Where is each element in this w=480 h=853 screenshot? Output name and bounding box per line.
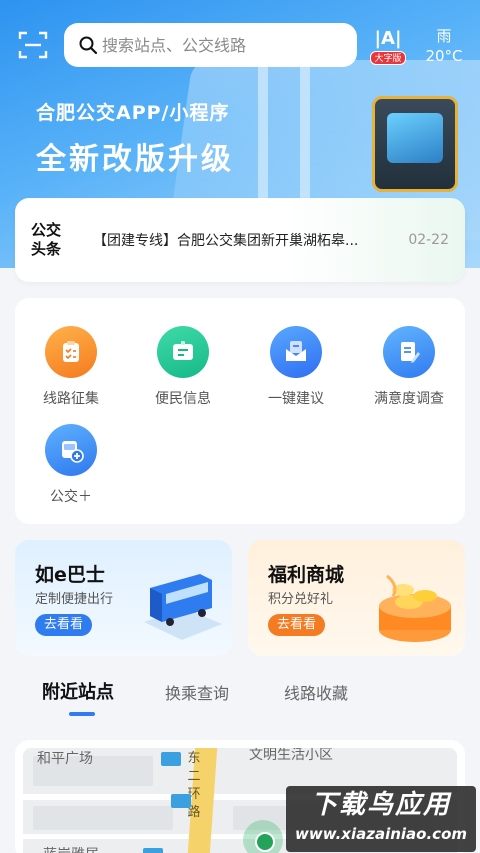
bus-illustration-icon: [144, 574, 222, 640]
service-label: 线路征集: [43, 391, 99, 407]
clipboard-list-icon: [45, 326, 97, 378]
bus-stop-marker[interactable]: [161, 752, 181, 766]
card-subtitle: 定制便捷出行: [35, 592, 114, 607]
tab-route-favorites[interactable]: 线路收藏: [284, 680, 348, 704]
service-label: 公交＋: [50, 489, 92, 505]
service-public-info[interactable]: 便民信息: [127, 326, 239, 408]
rue-bus-card[interactable]: 如e巴士 定制便捷出行 去看看: [15, 540, 232, 656]
service-bus-plus[interactable]: 公交＋: [15, 424, 127, 506]
card-reader-screen: [387, 113, 443, 163]
news-headline[interactable]: 【团建专线】合肥公交集团新开巢湖柘皋...: [93, 230, 375, 250]
banner-title: 全新改版升级: [36, 142, 234, 177]
scan-button[interactable]: [18, 30, 48, 60]
banner-subtitle: 合肥公交APP/小程序: [36, 102, 230, 124]
map-road-label: 东二环路: [187, 751, 201, 820]
gift-coins-illustration-icon: [379, 574, 451, 642]
rue-bus-go-button[interactable]: 去看看: [35, 614, 93, 636]
service-label: 满意度调查: [374, 391, 444, 407]
weather-condition: 雨: [436, 27, 452, 45]
map-label-wenming-community: 文明生活小区: [249, 748, 333, 763]
site-watermark: 下载鸟应用 www.xiazainiao.com: [286, 786, 476, 852]
station-tabs: 附近站点 换乘查询 线路收藏: [0, 676, 480, 724]
search-bar[interactable]: [64, 23, 357, 67]
news-logo-line2: 头条: [31, 240, 62, 258]
envelope-icon: [270, 326, 322, 378]
message-card-icon: [157, 326, 209, 378]
large-font-badge: 大字版: [370, 51, 406, 65]
bus-stop-marker[interactable]: [143, 848, 163, 853]
scan-icon: [18, 31, 48, 59]
news-logo-line1: 公交: [31, 221, 62, 239]
services-panel: 线路征集 便民信息 一键建议 满意度调查 公交＋: [15, 298, 465, 524]
survey-edit-icon: [383, 326, 435, 378]
service-route-collection[interactable]: 线路征集: [15, 326, 127, 408]
map-label-lanan-yaju: 蓝岸雅居: [43, 844, 99, 853]
card-title: 福利商城: [268, 564, 345, 586]
watermark-url: www.xiazainiao.com: [294, 825, 468, 843]
map-block: [33, 806, 173, 830]
search-input[interactable]: [102, 35, 342, 55]
card-reader-illustration: [372, 96, 458, 192]
bus-plus-icon: [45, 424, 97, 476]
weather-temperature: 20°C: [425, 47, 463, 65]
card-subtitle: 积分兑好礼: [268, 592, 334, 607]
service-satisfaction-survey[interactable]: 满意度调查: [353, 326, 465, 408]
card-title: 如e巴士: [35, 564, 105, 586]
large-font-mode-button[interactable]: |A| 大字版: [368, 28, 408, 66]
service-one-click-suggestion[interactable]: 一键建议: [240, 326, 352, 408]
watermark-name: 下载鸟应用: [310, 790, 451, 820]
news-ticker[interactable]: 公交 头条 【团建专线】合肥公交集团新开巢湖柘皋... 02-22: [15, 198, 465, 282]
weather-widget[interactable]: 雨 20°C: [420, 26, 468, 66]
search-icon: [79, 36, 98, 55]
bus-headlines-logo: 公交 头条: [31, 221, 75, 259]
service-label: 一键建议: [268, 391, 324, 407]
map-label-heping-square: 和平广场: [37, 751, 93, 767]
tab-transfer-query[interactable]: 换乘查询: [165, 680, 229, 704]
tab-nearby-stations[interactable]: 附近站点: [42, 678, 114, 704]
service-label: 便民信息: [155, 391, 211, 407]
news-date: 02-22: [408, 232, 449, 248]
active-tab-indicator: [69, 712, 95, 716]
current-location-marker: [243, 820, 283, 853]
bus-stop-marker[interactable]: [171, 794, 191, 808]
welfare-mall-card[interactable]: 福利商城 积分兑好礼 去看看: [248, 540, 465, 656]
welfare-mall-go-button[interactable]: 去看看: [268, 614, 326, 636]
large-font-icon: |A|: [374, 28, 402, 49]
